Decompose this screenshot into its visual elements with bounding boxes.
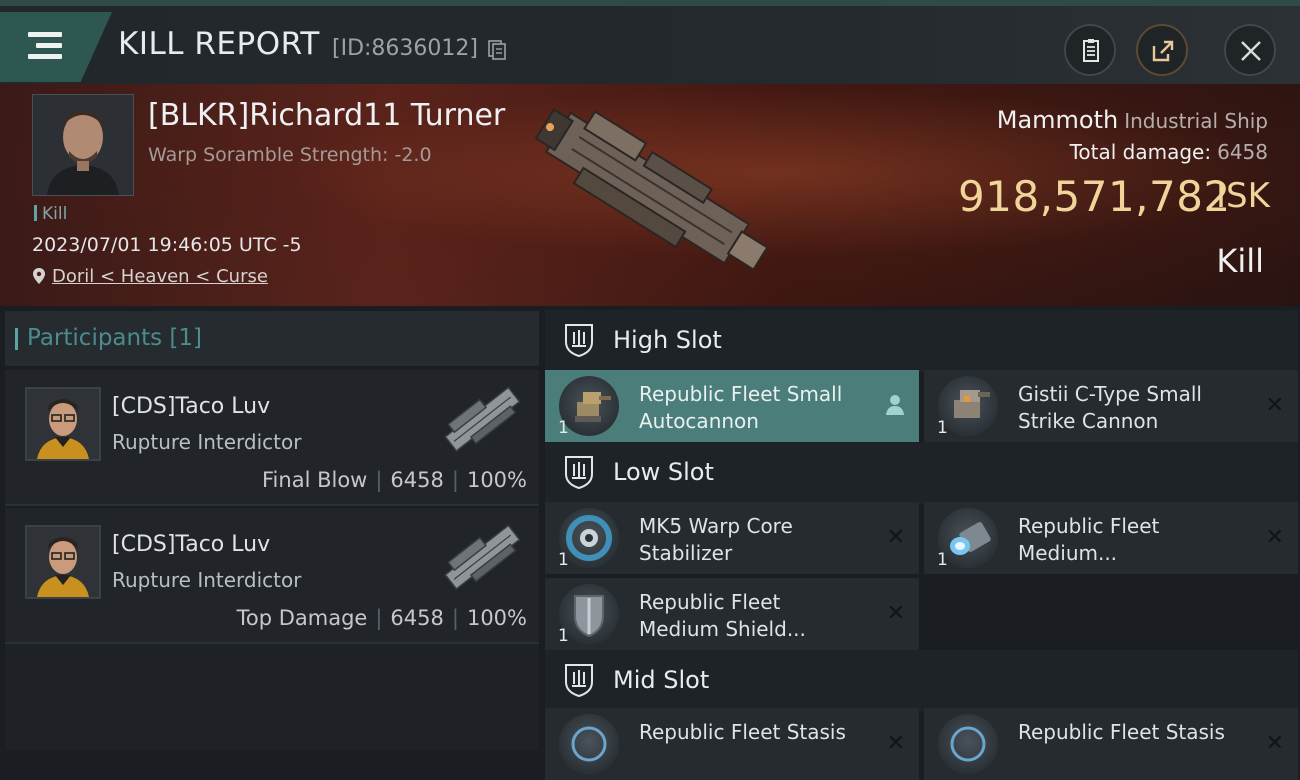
ship-type: Mammoth — [996, 106, 1119, 134]
mid-slot-label: Mid Slot — [613, 666, 710, 694]
kill-type: Kill — [1216, 242, 1264, 280]
stasis-icon — [938, 714, 998, 774]
participant-ship: Rupture Interdictor — [112, 568, 302, 592]
victim-panel: [BLKR]Richard11 Turner Warp Soramble Str… — [0, 84, 1300, 306]
kill-tag: Kill — [34, 204, 67, 224]
item-quantity: 1 — [937, 550, 948, 570]
victim-name[interactable]: [BLKR]Richard11 Turner — [148, 98, 505, 133]
destroyed-icon: ✕ — [886, 731, 905, 756]
high-slot-icon — [565, 324, 593, 358]
mid-slot-header: Mid Slot — [545, 650, 1298, 712]
separator: | — [375, 468, 383, 492]
warp-scramble-strength: Warp Soramble Strength: -2.0 — [148, 144, 432, 166]
low-slot-icon — [565, 456, 593, 490]
item-quantity: 1 — [558, 550, 569, 570]
fitting-item[interactable]: 1 Republic Fleet Small Autocannon — [545, 370, 919, 442]
item-name: MK5 Warp Core Stabilizer — [639, 514, 793, 565]
ship-name[interactable]: Mammoth Industrial Ship — [997, 106, 1268, 134]
item-name: Republic Fleet Stasis — [1018, 720, 1225, 744]
destroyed-icon: ✕ — [886, 525, 905, 550]
high-slot-header: High Slot — [545, 310, 1298, 372]
fitting-item[interactable]: Republic Fleet Stasis ✕ — [924, 708, 1298, 780]
item-quantity: 1 — [937, 418, 948, 438]
item-name: Republic Fleet Medium Shield... — [639, 590, 806, 641]
participants-empty-area — [5, 644, 539, 750]
participant-stats: Final Blow | 6458 | 100% — [262, 468, 527, 492]
close-icon — [1241, 41, 1261, 61]
menu-icon-bar — [28, 54, 62, 59]
fitting-item[interactable]: 1 Gistii C-Type Small Strike Cannon ✕ — [924, 370, 1298, 442]
page-title: KILL REPORT — [118, 26, 320, 62]
participants-header: Participants [1] — [5, 311, 539, 366]
participant-ship: Rupture Interdictor — [112, 430, 302, 454]
participant-role: Final Blow — [262, 468, 368, 492]
participant-name: [CDS]Taco Luv — [112, 532, 271, 557]
isk-unit: ISK — [1216, 176, 1270, 216]
isk-value: 918,571,782 — [958, 172, 1231, 221]
stasis-icon — [559, 714, 619, 774]
participant-role: Top Damage — [236, 606, 368, 630]
participant-damage: 6458 — [390, 606, 444, 630]
avatar-image — [27, 527, 99, 597]
item-name: Republic Fleet Stasis — [639, 720, 846, 744]
location-pin-icon — [33, 268, 45, 284]
high-slot-label: High Slot — [613, 326, 722, 354]
low-slot-label: Low Slot — [613, 458, 714, 486]
top-bar: KILL REPORT [ID:8636012] — [0, 0, 1300, 84]
clipboard-icon — [1083, 39, 1099, 62]
participant-ship-image — [444, 386, 521, 452]
avatar — [25, 387, 101, 461]
participants-label: Participants [1] — [15, 325, 202, 351]
item-quantity: 1 — [558, 626, 569, 646]
low-slot-header: Low Slot — [545, 442, 1298, 504]
item-name: Republic Fleet Small Autocannon — [639, 382, 843, 433]
portrait-image — [33, 95, 133, 195]
participant-card[interactable]: [CDS]Taco Luv Rupture Interdictor Final … — [5, 370, 539, 506]
report-id: [ID:8636012] — [332, 36, 478, 61]
participant-percent: 100% — [466, 468, 527, 492]
mid-slot-icon — [565, 664, 593, 698]
item-name: Gistii C-Type Small Strike Cannon — [1018, 382, 1202, 433]
participant-percent: 100% — [466, 606, 527, 630]
pilot-icon[interactable] — [885, 394, 905, 416]
participant-card[interactable]: [CDS]Taco Luv Rupture Interdictor Top Da… — [5, 508, 539, 644]
fitting-item[interactable]: Republic Fleet Stasis ✕ — [545, 708, 919, 780]
avatar — [25, 525, 101, 599]
participant-name: [CDS]Taco Luv — [112, 394, 271, 419]
participant-damage: 6458 — [390, 468, 444, 492]
ship-class: Industrial Ship — [1124, 109, 1268, 133]
destroyed-icon: ✕ — [886, 601, 905, 626]
share-button[interactable] — [1136, 24, 1188, 76]
copy-icon[interactable] — [488, 40, 506, 60]
separator: | — [451, 606, 459, 630]
item-name: Republic Fleet Medium... — [1018, 514, 1160, 565]
avatar-image — [27, 389, 99, 459]
fitting-item[interactable]: 1 Republic Fleet Medium Shield... ✕ — [545, 578, 919, 650]
menu-icon-bar — [36, 43, 62, 48]
location-text: Doril < Heaven < Curse — [52, 266, 268, 287]
participant-stats: Top Damage | 6458 | 100% — [237, 606, 527, 630]
destroyed-icon: ✕ — [1265, 525, 1284, 550]
kill-date: 2023/07/01 19:46:05 UTC -5 — [32, 234, 302, 256]
menu-button[interactable] — [0, 12, 112, 82]
separator: | — [375, 606, 383, 630]
destroyed-icon: ✕ — [1265, 393, 1284, 418]
participant-ship-image — [444, 524, 521, 590]
fitting-item[interactable]: 1 MK5 Warp Core Stabilizer ✕ — [545, 502, 919, 574]
destroyed-icon: ✕ — [1265, 731, 1284, 756]
clipboard-button[interactable] — [1064, 24, 1116, 76]
total-damage-value: 6458 — [1217, 140, 1268, 164]
close-button[interactable] — [1224, 24, 1276, 76]
total-damage-label: Total damage: — [1069, 140, 1212, 164]
fitting-item[interactable]: 1 Republic Fleet Medium... ✕ — [924, 502, 1298, 574]
victim-portrait[interactable] — [32, 94, 134, 196]
separator: | — [451, 468, 459, 492]
total-damage: Total damage: 6458 — [1070, 140, 1268, 164]
ship-image — [534, 108, 769, 271]
share-icon — [1152, 40, 1174, 62]
location-link[interactable]: Doril < Heaven < Curse — [32, 266, 268, 287]
item-quantity: 1 — [558, 418, 569, 438]
menu-icon — [28, 32, 62, 37]
